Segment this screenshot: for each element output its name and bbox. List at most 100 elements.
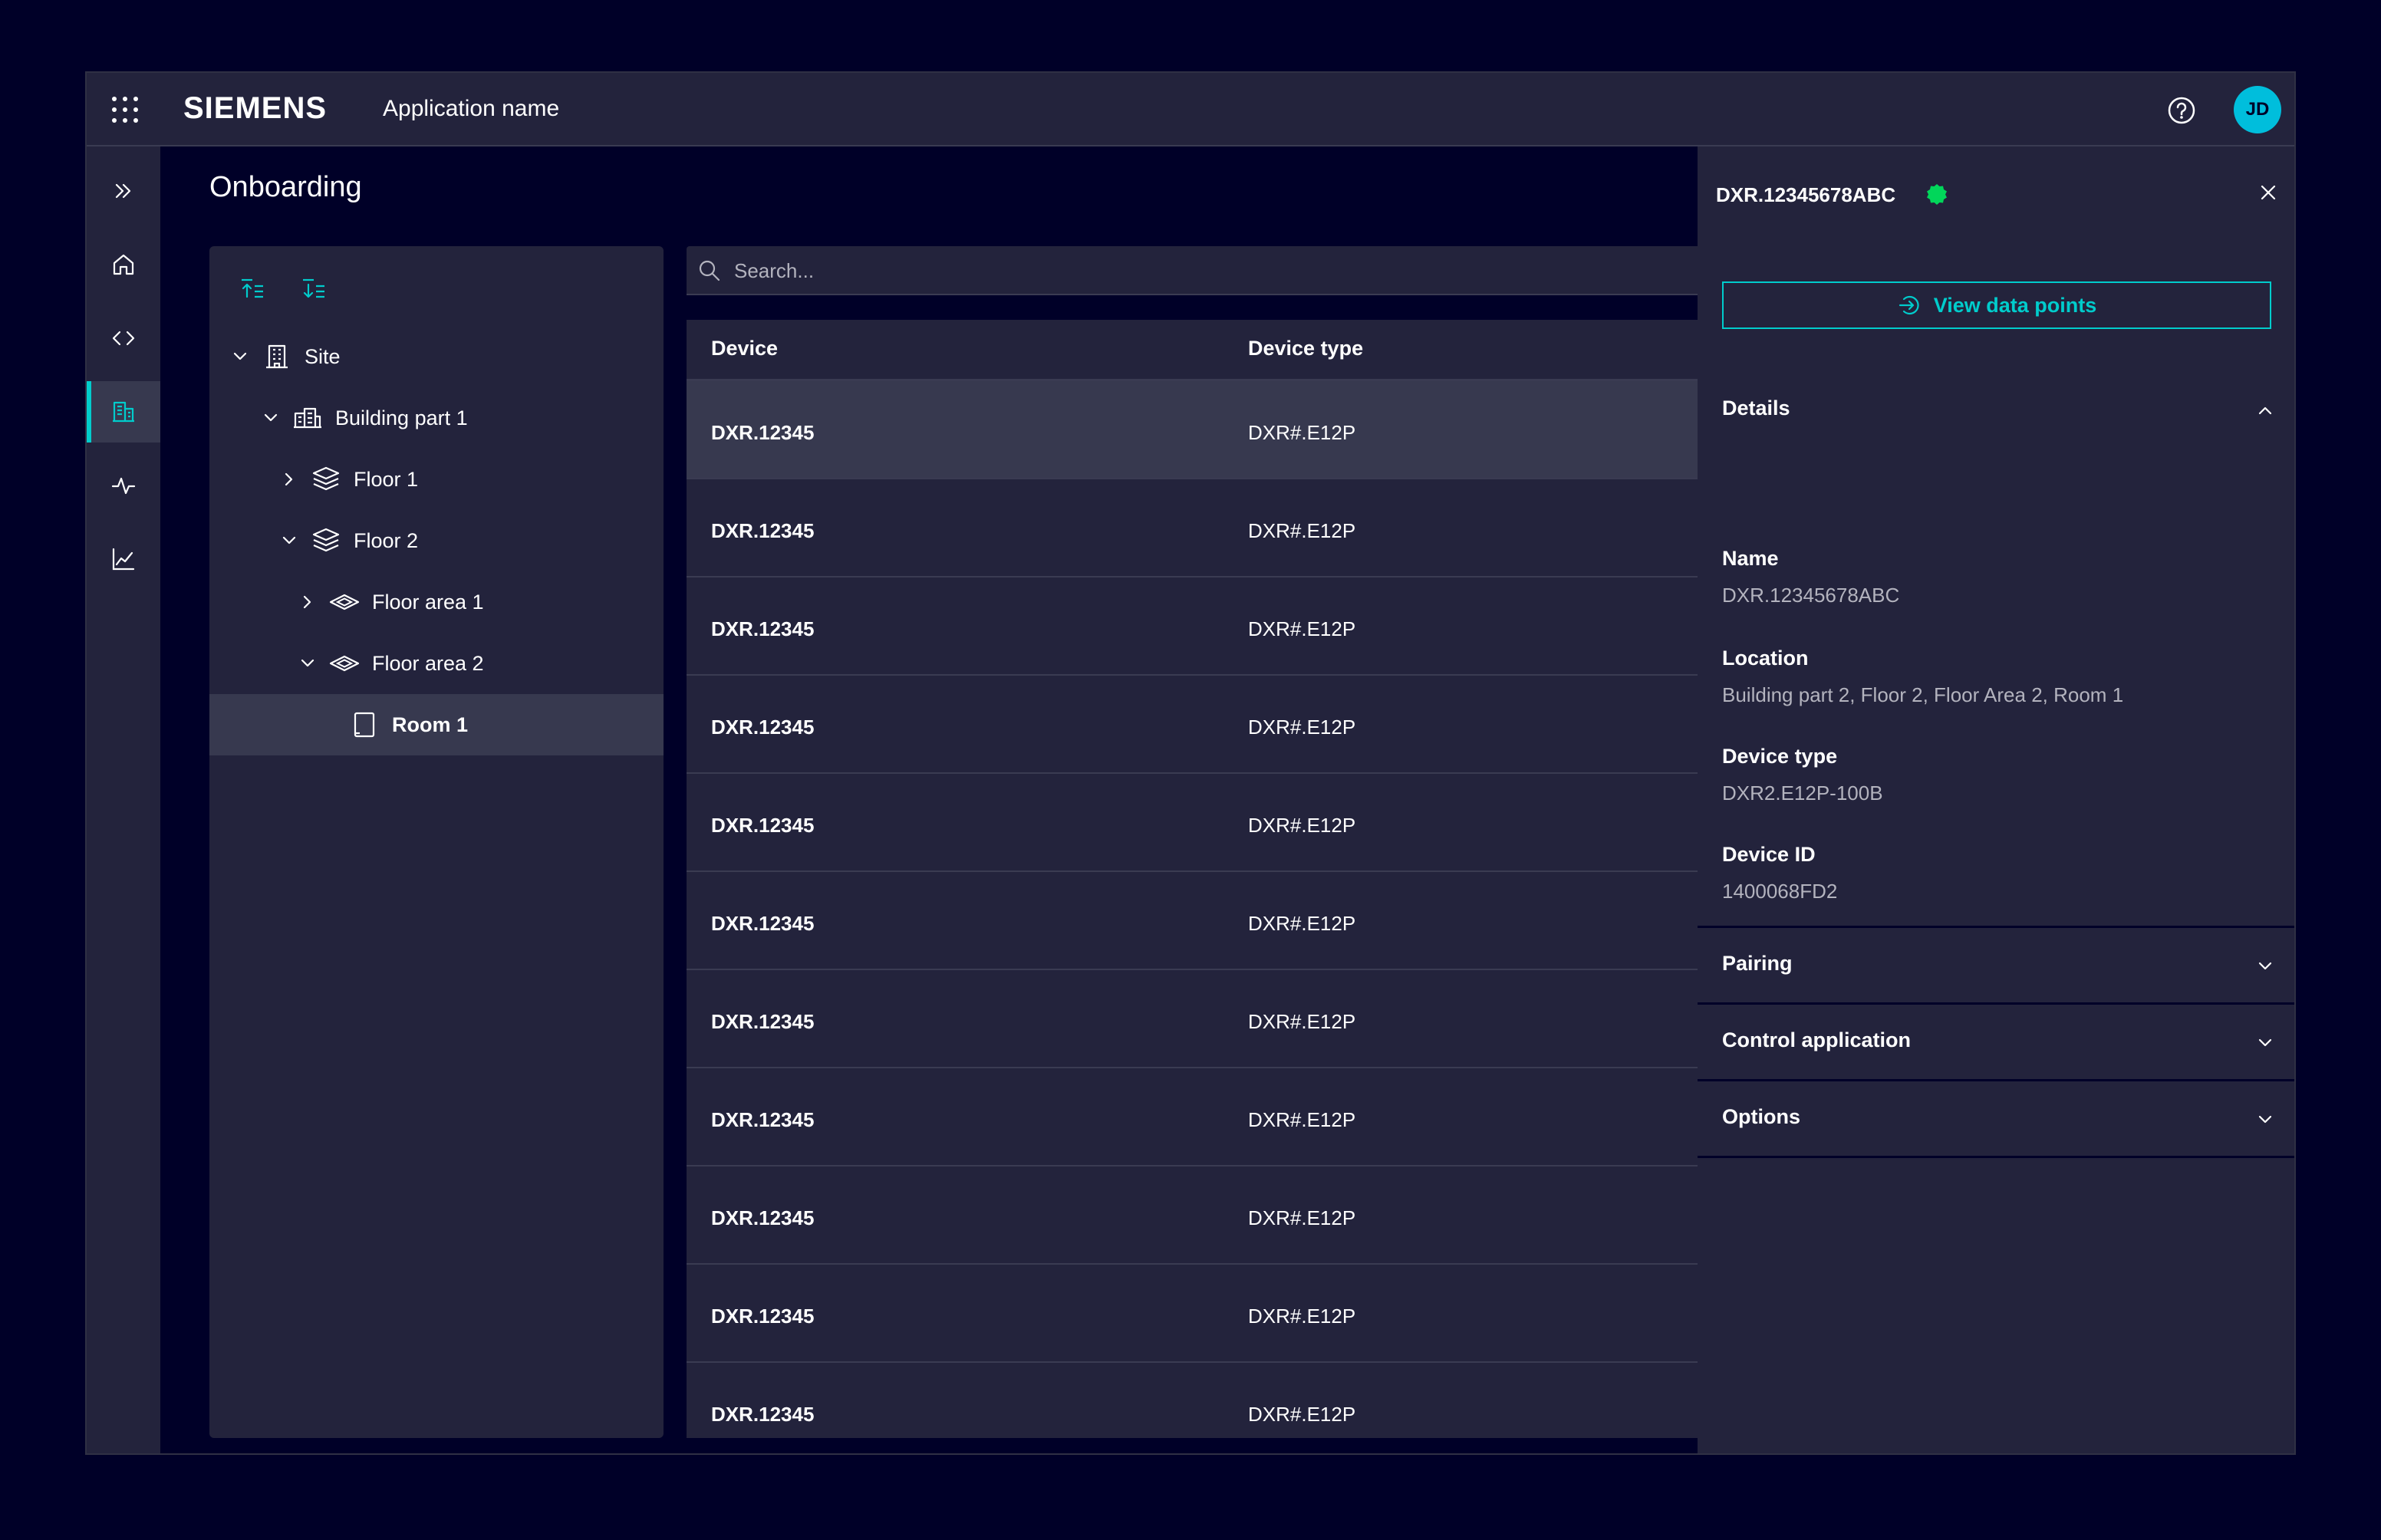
- device-details-flyout: DXR.12345678ABC View data points Details: [1698, 146, 2294, 1453]
- accordion-details-header[interactable]: Details: [1698, 373, 2294, 447]
- tree-node-site[interactable]: Site: [209, 326, 664, 387]
- cell-device-type: DXR#.E12P: [1248, 716, 1356, 739]
- device-table: Device Device type DXR.12345 DXR#.E12P D…: [687, 320, 1760, 1438]
- tree-node-floor-1[interactable]: Floor 1: [209, 449, 664, 510]
- column-header-device[interactable]: Device: [711, 337, 778, 360]
- tree-node-label: Floor area 2: [372, 651, 484, 675]
- floor-icon: [311, 464, 341, 495]
- search-icon: [697, 258, 722, 283]
- accordion-label: Control application: [1722, 1028, 1911, 1051]
- divider: [1698, 1079, 2294, 1081]
- cell-device-type: DXR#.E12P: [1248, 617, 1356, 640]
- tree-toolbar: [237, 274, 329, 304]
- cell-device: DXR.12345: [711, 814, 815, 837]
- brand-logo[interactable]: SIEMENS: [183, 91, 327, 126]
- table-row[interactable]: DXR.12345 DXR#.E12P: [687, 872, 1760, 970]
- table-row[interactable]: DXR.12345 DXR#.E12P: [687, 774, 1760, 872]
- divider: [1698, 926, 2294, 928]
- nav-item-code[interactable]: [87, 308, 160, 369]
- table-row[interactable]: DXR.12345 DXR#.E12P: [687, 1363, 1760, 1438]
- accordion-label: Options: [1722, 1105, 1800, 1128]
- tree-node-floor-area-1[interactable]: Floor area 1: [209, 571, 664, 633]
- detail-label-name: Name: [1722, 547, 1779, 570]
- accordion-options-header[interactable]: Options: [1698, 1082, 2294, 1156]
- nav-item-analytics[interactable]: [87, 528, 160, 590]
- floor-area-icon: [329, 587, 360, 617]
- accordion-control-application-header[interactable]: Control application: [1698, 1005, 2294, 1079]
- table-row[interactable]: DXR.12345 DXR#.E12P: [687, 1068, 1760, 1167]
- detail-value-name: DXR.12345678ABC: [1722, 584, 1900, 607]
- close-icon[interactable]: [2256, 180, 2281, 205]
- cell-device-type: DXR#.E12P: [1248, 1403, 1356, 1426]
- nav-item-monitoring[interactable]: [87, 455, 160, 516]
- detail-label-device-type: Device type: [1722, 745, 1838, 768]
- tree-node-room-1[interactable]: Room 1: [209, 694, 664, 755]
- column-header-device-type[interactable]: Device type: [1248, 337, 1363, 360]
- tree-node-label: Site: [305, 344, 341, 368]
- floor-icon: [311, 525, 341, 556]
- chevron-down-icon[interactable]: [278, 530, 300, 551]
- cell-device: DXR.12345: [711, 1206, 815, 1229]
- cell-device: DXR.12345: [711, 421, 815, 444]
- application-name: Application name: [383, 96, 560, 121]
- cell-device: DXR.12345: [711, 617, 815, 640]
- line-chart-icon: [112, 548, 135, 571]
- user-avatar[interactable]: JD: [2234, 86, 2281, 133]
- chevron-right-icon[interactable]: [278, 469, 300, 490]
- chevron-down-icon[interactable]: [297, 653, 318, 674]
- search-input[interactable]: [733, 252, 1733, 289]
- table-row[interactable]: DXR.12345 DXR#.E12P: [687, 381, 1760, 479]
- tree-node-floor-area-2[interactable]: Floor area 2: [209, 633, 664, 694]
- cell-device: DXR.12345: [711, 912, 815, 935]
- divider: [1698, 1156, 2294, 1158]
- view-data-points-label: View data points: [1933, 293, 2097, 317]
- tree-node-building-part-1[interactable]: Building part 1: [209, 387, 664, 449]
- nav-expand-button[interactable]: [87, 160, 160, 222]
- tree-node-label: Building part 1: [335, 406, 468, 429]
- table-row[interactable]: DXR.12345 DXR#.E12P: [687, 1265, 1760, 1363]
- cell-device-type: DXR#.E12P: [1248, 519, 1356, 542]
- detail-value-location: Building part 2, Floor 2, Floor Area 2, …: [1722, 683, 2124, 706]
- cell-device-type: DXR#.E12P: [1248, 1010, 1356, 1033]
- chevron-up-icon: [2253, 398, 2277, 423]
- app-header: SIEMENS Application name JD: [87, 73, 2294, 146]
- code-icon: [112, 331, 135, 346]
- table-row[interactable]: DXR.12345 DXR#.E12P: [687, 1167, 1760, 1265]
- building-icon: [113, 401, 134, 423]
- tree-node-floor-2[interactable]: Floor 2: [209, 510, 664, 571]
- chevron-down-icon: [2253, 1030, 2277, 1055]
- nav-item-home[interactable]: [87, 234, 160, 295]
- cell-device: DXR.12345: [711, 716, 815, 739]
- accordion-pairing-header[interactable]: Pairing: [1698, 929, 2294, 1002]
- table-row[interactable]: DXR.12345 DXR#.E12P: [687, 970, 1760, 1068]
- chevron-right-icon[interactable]: [297, 591, 318, 613]
- help-icon[interactable]: [2167, 96, 2196, 125]
- cell-device: DXR.12345: [711, 1108, 815, 1131]
- table-row[interactable]: DXR.12345 DXR#.E12P: [687, 578, 1760, 676]
- collapse-all-icon[interactable]: [237, 274, 268, 304]
- detail-label-location: Location: [1722, 647, 1809, 670]
- app-launcher-grid-icon[interactable]: [110, 94, 140, 125]
- building-icon: [262, 341, 292, 372]
- sign-in-icon: [1897, 292, 1923, 318]
- expand-all-icon[interactable]: [298, 274, 329, 304]
- table-row[interactable]: DXR.12345 DXR#.E12P: [687, 479, 1760, 578]
- floor-area-icon: [329, 648, 360, 679]
- chevron-down-icon[interactable]: [260, 407, 282, 429]
- nav-item-onboarding[interactable]: [87, 381, 160, 443]
- detail-value-device-id: 1400068FD2: [1722, 880, 1838, 903]
- chevron-down-icon[interactable]: [229, 346, 251, 367]
- cell-device-type: DXR#.E12P: [1248, 814, 1356, 837]
- divider: [1698, 1002, 2294, 1005]
- side-navigation: [87, 146, 160, 1453]
- table-row[interactable]: DXR.12345 DXR#.E12P: [687, 676, 1760, 774]
- tree-node-label: Floor area 1: [372, 590, 484, 614]
- cell-device: DXR.12345: [711, 1403, 815, 1426]
- detail-label-device-id: Device ID: [1722, 843, 1816, 866]
- cell-device-type: DXR#.E12P: [1248, 421, 1356, 444]
- flyout-title: DXR.12345678ABC: [1716, 183, 1896, 206]
- view-data-points-button[interactable]: View data points: [1722, 281, 2271, 329]
- accordion-label: Pairing: [1722, 952, 1793, 975]
- tree-node-label: Floor 1: [354, 467, 419, 491]
